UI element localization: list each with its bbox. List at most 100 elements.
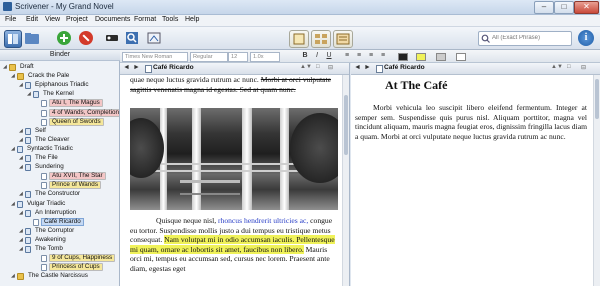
bold-button[interactable]: B xyxy=(300,51,310,61)
search-box[interactable] xyxy=(478,31,572,46)
strikethrough-text: Morbi at orci vulputate xyxy=(260,75,331,84)
binder-item[interactable]: ◢ Sundering xyxy=(19,163,66,172)
document-icon xyxy=(33,218,39,226)
binder-item[interactable]: ◢ The Tomb xyxy=(19,245,65,253)
menu-view[interactable]: View xyxy=(45,16,60,23)
minimize-button[interactable]: – xyxy=(534,1,554,14)
binder-item-label: The Constructor xyxy=(35,190,81,198)
menu-help[interactable]: Help xyxy=(185,16,199,23)
scroll-thumb[interactable] xyxy=(595,79,599,119)
left-scrollbar[interactable] xyxy=(342,75,349,286)
keywords-icon[interactable] xyxy=(104,30,120,46)
document-icon xyxy=(25,155,31,162)
font-size-select[interactable]: 12 xyxy=(228,52,248,62)
binder-item-label: The Tomb xyxy=(35,245,63,252)
add-icon[interactable] xyxy=(56,30,72,46)
binder-item[interactable]: Atu XVII, The Star xyxy=(35,172,106,181)
binder-item[interactable]: ◢ Vulgar Triadic xyxy=(11,200,67,208)
binder-header: Binder xyxy=(0,50,120,61)
folder-icon[interactable] xyxy=(24,30,40,46)
binder-item[interactable]: ◢ The File xyxy=(19,154,60,162)
binder-item[interactable]: ◢ Awakening xyxy=(19,236,68,244)
binder-item[interactable]: ◢ The Cleaver xyxy=(19,136,71,144)
split-close-icon[interactable]: ⊟ xyxy=(328,64,333,71)
view-corkboard-icon[interactable] xyxy=(311,30,331,48)
document-icon xyxy=(25,136,31,144)
binder-item[interactable]: ◢ Draft xyxy=(3,63,36,71)
back-arrow-icon[interactable]: ◄ xyxy=(123,64,130,71)
binder-item[interactable]: ◢ Epiphanous Triadic xyxy=(19,81,91,90)
binder-item[interactable]: 9 of Cups, Happiness xyxy=(35,254,116,263)
binder-panel: ◢ Draft ◢ Crack the Pale ◢ Epiphanous Triadic… xyxy=(0,61,120,286)
text-color-swatch[interactable] xyxy=(398,53,408,61)
font-style-select[interactable]: Regular xyxy=(190,52,228,62)
forward-arrow-icon[interactable]: ► xyxy=(364,64,371,71)
binder-item[interactable]: 4 of Wands, Completion xyxy=(35,108,119,117)
align-right-button[interactable]: ≡ xyxy=(366,51,376,61)
document-icon xyxy=(41,173,47,181)
binder-item-label: The Kernel xyxy=(43,90,74,98)
align-justify-button[interactable]: ≡ xyxy=(378,51,388,61)
binder-item[interactable]: ◢ The Castle Narcissus xyxy=(11,272,90,281)
align-left-button[interactable]: ≡ xyxy=(342,51,352,61)
linked-text[interactable]: rhoncus hendrerit ultricies ac, xyxy=(218,216,308,225)
split-close-icon[interactable]: ⊟ xyxy=(581,64,586,71)
binder-item[interactable]: ◢ Crack the Pale xyxy=(11,72,71,81)
view-document-icon[interactable] xyxy=(289,30,309,48)
binder-item[interactable]: Princess of Cups xyxy=(35,263,103,272)
menu-tools[interactable]: Tools xyxy=(162,16,178,23)
search-input[interactable] xyxy=(492,33,568,43)
app-icon xyxy=(3,2,12,11)
binder-item-label: 9 of Cups, Happiness xyxy=(49,254,116,263)
binder-item[interactable]: Prince of Wands xyxy=(35,181,101,190)
binder-item[interactable]: ◢ The Constructor xyxy=(19,190,82,199)
right-editor-page[interactable]: At The Café Morbi vehicula leo suscipit … xyxy=(351,75,600,286)
menu-edit[interactable]: Edit xyxy=(26,16,38,23)
menu-documents[interactable]: Documents xyxy=(95,16,130,23)
folder-icon xyxy=(17,73,24,81)
paragraph-text: Morbi vehicula leo suscipit libero eleif… xyxy=(355,103,587,141)
font-family-select[interactable]: Times New Roman xyxy=(122,52,188,62)
scroll-thumb[interactable] xyxy=(344,95,348,155)
line-spacing-select[interactable]: 1.0x xyxy=(250,52,280,62)
folder-icon xyxy=(9,64,16,71)
align-center-button[interactable]: ≡ xyxy=(354,51,364,61)
text-line: quae neque luctus gravida rutrum ac nunc… xyxy=(130,75,259,84)
table-icon[interactable] xyxy=(436,53,446,61)
menu-format[interactable]: Format xyxy=(134,16,156,23)
info-icon[interactable]: i xyxy=(578,30,594,46)
view-outline-icon[interactable] xyxy=(333,30,353,48)
binder-item[interactable]: ◢ An Interruption xyxy=(19,209,78,217)
binder-item[interactable]: ◢ The Kernel xyxy=(27,90,76,99)
header-arrows-icon[interactable]: ▲▼ xyxy=(551,64,563,70)
binder-item[interactable]: Queen of Swords xyxy=(35,117,104,126)
underline-button[interactable]: U xyxy=(324,51,334,61)
binder-item[interactable]: ◢ Syntactic Triadic xyxy=(11,145,75,153)
list-icon[interactable] xyxy=(456,53,466,61)
strikethrough-text: sagittis venenatis magna id egestas. Sed… xyxy=(130,84,296,94)
binder-item[interactable]: Atu I, The Magus xyxy=(35,99,103,108)
document-icon xyxy=(25,127,31,135)
italic-button[interactable]: I xyxy=(312,51,322,61)
highlight-color-swatch[interactable] xyxy=(416,53,426,61)
binder-toggle-icon[interactable] xyxy=(4,30,22,48)
close-button[interactable]: ✕ xyxy=(574,1,599,14)
lock-icon[interactable]: □ xyxy=(316,64,320,70)
binder-item[interactable]: Café Ricardo xyxy=(27,217,84,226)
compile-icon[interactable] xyxy=(146,30,162,46)
document-icon xyxy=(25,209,31,217)
lock-icon[interactable]: □ xyxy=(567,64,571,70)
back-arrow-icon[interactable]: ◄ xyxy=(354,64,361,71)
search-icon[interactable] xyxy=(124,30,140,46)
chapter-heading: At The Café xyxy=(385,78,448,92)
forward-arrow-icon[interactable]: ► xyxy=(133,64,140,71)
header-arrows-icon[interactable]: ▲▼ xyxy=(300,64,312,70)
menu-file[interactable]: File xyxy=(5,16,16,23)
binder-item[interactable]: ◢ The Corruptor xyxy=(19,227,76,235)
left-editor-page[interactable]: quae neque luctus gravida rutrum ac nunc… xyxy=(120,75,349,286)
trash-icon[interactable] xyxy=(78,30,94,46)
maximize-button[interactable]: □ xyxy=(554,1,574,14)
menu-project[interactable]: Project xyxy=(66,16,88,23)
right-scrollbar[interactable] xyxy=(593,75,600,286)
binder-item[interactable]: ◢ Self xyxy=(19,127,48,135)
